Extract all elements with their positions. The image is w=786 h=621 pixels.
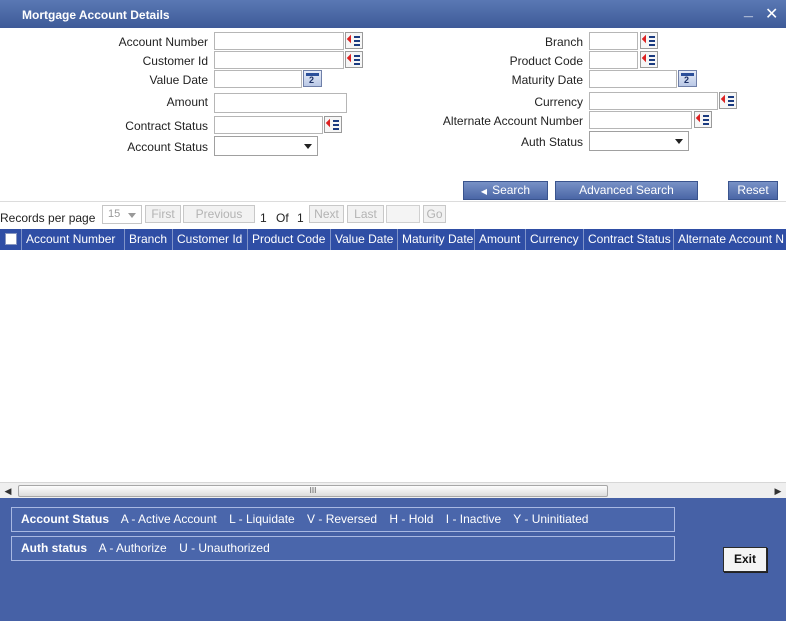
branch-lov-icon[interactable]: [640, 32, 658, 49]
chevron-down-icon: [675, 139, 683, 144]
amount-label: Amount: [166, 95, 208, 109]
alternate-account-number-label: Alternate Account Number: [442, 114, 583, 128]
results-grid-body: [0, 250, 786, 482]
results-grid-header: Account Number Branch Customer Id Produc…: [0, 229, 786, 250]
contract-status-label: Contract Status: [125, 119, 208, 133]
account-number-lov-icon[interactable]: [345, 32, 363, 49]
branch-label: Branch: [544, 35, 583, 49]
product-code-lov-icon[interactable]: [640, 51, 658, 68]
records-per-page-label: Records per page: [0, 211, 96, 225]
records-per-page-select[interactable]: 15: [102, 205, 142, 224]
column-product-code[interactable]: Product Code: [248, 229, 331, 250]
legend-item: A - Authorize: [98, 541, 167, 555]
auth-status-legend: Auth status A - Authorize U - Unauthoriz…: [11, 536, 675, 561]
currency-input[interactable]: [589, 92, 718, 110]
column-value-date[interactable]: Value Date: [331, 229, 398, 250]
legend-item: V - Reversed: [307, 512, 378, 526]
chevron-down-icon: [128, 213, 136, 218]
minimize-icon[interactable]: _: [744, 2, 753, 20]
column-maturity-date[interactable]: Maturity Date: [398, 229, 475, 250]
legend-item: U - Unauthorized: [179, 541, 270, 555]
go-button[interactable]: Go: [423, 205, 446, 223]
total-pages: 1: [297, 211, 304, 225]
value-date-calendar-icon[interactable]: 2: [303, 70, 322, 87]
next-page-button[interactable]: Next: [309, 205, 344, 223]
account-number-input[interactable]: [214, 32, 344, 50]
legend-item: I - Inactive: [445, 512, 502, 526]
contract-status-input[interactable]: [214, 116, 323, 134]
account-number-label: Account Number: [118, 35, 208, 49]
alternate-account-number-input[interactable]: [589, 111, 692, 129]
column-contract-status[interactable]: Contract Status: [584, 229, 674, 250]
product-code-label: Product Code: [509, 54, 583, 68]
scroll-left-icon[interactable]: ◀: [0, 483, 16, 499]
last-page-button[interactable]: Last: [347, 205, 384, 223]
search-button[interactable]: ◀ Search: [463, 181, 548, 200]
column-account-number[interactable]: Account Number: [22, 229, 125, 250]
account-status-select[interactable]: [214, 136, 318, 156]
advanced-search-button[interactable]: Advanced Search: [555, 181, 698, 200]
account-status-legend-title: Account Status: [21, 512, 110, 526]
exit-button[interactable]: Exit: [723, 547, 767, 572]
account-status-label: Account Status: [127, 140, 208, 154]
select-all-checkbox[interactable]: [0, 229, 22, 250]
currency-label: Currency: [534, 95, 583, 109]
maturity-date-calendar-icon[interactable]: 2: [678, 70, 697, 87]
chevron-left-icon: ◀: [480, 187, 488, 196]
maturity-date-label: Maturity Date: [511, 73, 583, 87]
column-branch[interactable]: Branch: [125, 229, 173, 250]
auth-status-legend-title: Auth status: [21, 541, 87, 555]
close-icon[interactable]: ✕: [765, 4, 778, 24]
column-amount[interactable]: Amount: [475, 229, 526, 250]
value-date-label: Value Date: [149, 73, 208, 87]
customer-id-input[interactable]: [214, 51, 344, 69]
legend-item: H - Hold: [389, 512, 434, 526]
previous-page-button[interactable]: Previous: [183, 205, 255, 223]
auth-status-select[interactable]: [589, 131, 689, 151]
contract-status-lov-icon[interactable]: [324, 116, 342, 133]
of-label: Of: [276, 211, 289, 225]
currency-lov-icon[interactable]: [719, 92, 737, 109]
column-alternate-account-number[interactable]: Alternate Account N: [674, 229, 786, 250]
first-page-button[interactable]: First: [145, 205, 181, 223]
value-date-input[interactable]: [214, 70, 302, 88]
auth-status-label: Auth Status: [520, 135, 583, 149]
maturity-date-input[interactable]: [589, 70, 677, 88]
amount-input[interactable]: [214, 93, 347, 113]
chevron-down-icon: [304, 144, 312, 149]
scrollbar-thumb[interactable]: III: [18, 485, 608, 497]
legend-item: A - Active Account: [120, 512, 217, 526]
account-status-legend: Account Status A - Active Account L - Li…: [11, 507, 675, 532]
legend-item: L - Liquidate: [229, 512, 295, 526]
horizontal-scrollbar[interactable]: ◀ III ▶: [0, 482, 786, 498]
customer-id-lov-icon[interactable]: [345, 51, 363, 68]
column-customer-id[interactable]: Customer Id: [173, 229, 248, 250]
branch-input[interactable]: [589, 32, 638, 50]
legend-item: Y - Uninitiated: [513, 512, 589, 526]
current-page: 1: [260, 211, 267, 225]
page-number-input[interactable]: [386, 205, 420, 223]
column-currency[interactable]: Currency: [526, 229, 584, 250]
reset-button[interactable]: Reset: [728, 181, 778, 200]
title-bar: Mortgage Account Details _ ✕: [0, 0, 786, 28]
product-code-input[interactable]: [589, 51, 638, 69]
scroll-right-icon[interactable]: ▶: [770, 483, 786, 499]
window-title: Mortgage Account Details: [22, 8, 170, 22]
alternate-account-number-lov-icon[interactable]: [694, 111, 712, 128]
customer-id-label: Customer Id: [142, 54, 208, 68]
